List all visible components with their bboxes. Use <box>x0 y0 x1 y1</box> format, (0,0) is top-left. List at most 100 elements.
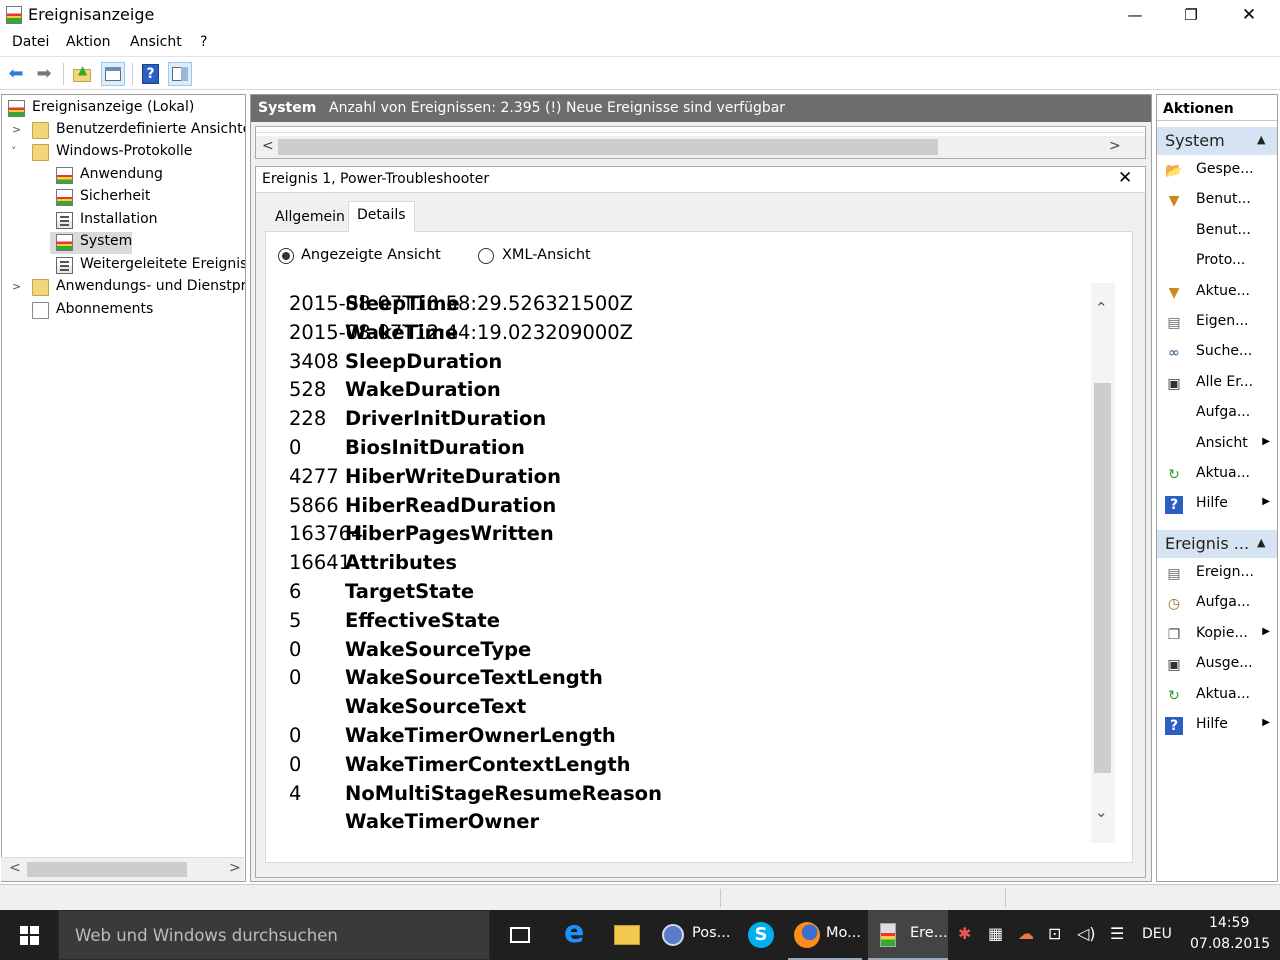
list-horizontal-scrollbar[interactable]: < > <box>256 136 1145 158</box>
detail-key: NoMultiStageResumeReason <box>345 781 662 805</box>
action-item[interactable]: ? Hilfe ▶ <box>1157 712 1277 740</box>
detail-value: 4277 <box>289 464 339 488</box>
minimize-button[interactable]: — <box>1112 0 1158 30</box>
scroll-right-icon[interactable]: > <box>1109 138 1121 154</box>
tree-item-system[interactable]: System <box>50 232 132 254</box>
action-item[interactable]: ❐ Kopie... ▶ <box>1157 621 1277 649</box>
detail-value: 16641 <box>289 551 352 575</box>
radio-xml-view[interactable] <box>478 248 494 264</box>
action-item[interactable]: Benut... <box>1157 218 1277 246</box>
taskbar-explorer[interactable] <box>604 910 650 960</box>
up-folder-icon[interactable]: ▲ <box>70 62 94 86</box>
tree-horizontal-scrollbar[interactable]: < > <box>1 857 244 881</box>
submenu-arrow-icon: ▶ <box>1262 625 1270 637</box>
collapse-up-icon[interactable]: ▲ <box>1257 536 1265 549</box>
tray-cloud-icon[interactable]: ☁ <box>1018 924 1034 943</box>
help-icon[interactable]: ? <box>139 62 163 86</box>
close-panel-icon[interactable]: ✕ <box>1118 168 1132 188</box>
volume-icon[interactable]: ◁) <box>1077 924 1096 943</box>
action-item[interactable]: Aufga... <box>1157 400 1277 428</box>
detail-key: DriverInitDuration <box>345 407 547 431</box>
detail-value: 163764 <box>289 522 364 546</box>
start-button[interactable] <box>0 910 48 960</box>
scroll-left-icon[interactable]: < <box>9 860 21 876</box>
taskbar-edge[interactable]: e <box>554 910 600 960</box>
close-button[interactable]: ✕ <box>1226 0 1272 30</box>
log-icon <box>56 257 73 274</box>
scroll-down-icon[interactable]: ⌄ <box>1095 803 1108 821</box>
taskbar-event-viewer[interactable]: Ere... <box>868 910 948 960</box>
actions-section-system[interactable]: System ▲ <box>1157 127 1277 155</box>
detail-key: WakeDuration <box>345 378 501 402</box>
menu-aktion[interactable]: Aktion <box>66 34 111 50</box>
search-box[interactable]: Web und Windows durchsuchen <box>58 910 490 960</box>
action-item[interactable]: ▣ Alle Er... <box>1157 370 1277 398</box>
detail-key: TargetState <box>345 580 475 603</box>
clock-time[interactable]: 14:59 <box>1209 915 1249 931</box>
scroll-thumb[interactable] <box>1094 383 1111 773</box>
action-label: Ansicht <box>1196 434 1248 451</box>
action-item[interactable]: ▼ Aktue... <box>1157 279 1277 307</box>
scroll-up-icon[interactable]: ⌃ <box>1095 299 1108 317</box>
collapse-up-icon[interactable]: ▲ <box>1257 133 1265 146</box>
actions-pane: Aktionen System ▲ Ereignis ... ▲ 📂 Gespe.… <box>1156 94 1278 882</box>
event-list[interactable]: < > <box>255 126 1146 159</box>
tab-details[interactable]: Details <box>348 201 415 232</box>
detail-value: 3408 <box>289 349 339 373</box>
scroll-thumb[interactable] <box>278 139 938 155</box>
taskbar-app-pos[interactable]: Pos... <box>656 910 730 960</box>
action-item[interactable]: ↻ Aktua... <box>1157 461 1277 489</box>
action-item[interactable]: Proto... <box>1157 248 1277 276</box>
language-indicator[interactable]: DEU <box>1142 926 1172 942</box>
scroll-thumb[interactable] <box>27 862 187 877</box>
chevron-down-icon[interactable]: ˅ <box>11 145 17 158</box>
menu-ansicht[interactable]: Ansicht <box>130 34 182 50</box>
console-tree-icon[interactable] <box>101 62 125 86</box>
action-label: Alle Er... <box>1196 373 1254 390</box>
menu-help[interactable]: ? <box>200 34 207 50</box>
chevron-right-icon[interactable]: > <box>12 123 21 136</box>
log-icon <box>56 189 73 206</box>
action-item[interactable]: 📂 Gespe... <box>1157 157 1277 185</box>
open-folder-icon: 📂 <box>1165 163 1183 179</box>
maximize-button[interactable]: ❐ <box>1168 0 1214 30</box>
details-vertical-scrollbar[interactable]: ⌃ ⌄ <box>1091 283 1115 843</box>
action-item[interactable]: ◷ Aufga... <box>1157 590 1277 618</box>
tray-grid-icon[interactable]: ▦ <box>988 924 1003 943</box>
back-arrow-icon[interactable]: ⬅ <box>4 62 28 86</box>
detail-key: WakeTimerOwnerLength <box>345 724 616 747</box>
detail-value: 5866 <box>289 493 339 517</box>
action-pane-icon[interactable] <box>168 62 192 86</box>
clock-date[interactable]: 07.08.2015 <box>1190 936 1270 952</box>
tab-allgemein[interactable]: Allgemein <box>267 204 353 232</box>
forward-arrow-icon[interactable]: ➡ <box>32 62 56 86</box>
radio-displayed-view[interactable] <box>278 248 294 264</box>
actions-section-event[interactable]: Ereignis ... ▲ <box>1157 530 1277 558</box>
notifications-icon[interactable]: ☰ <box>1110 924 1124 943</box>
action-item[interactable]: ▤ Ereign... <box>1157 560 1277 588</box>
network-icon[interactable]: ⊡ <box>1048 924 1061 943</box>
action-item[interactable]: ▣ Ausge... <box>1157 651 1277 679</box>
action-label: Benut... <box>1196 221 1251 238</box>
chevron-right-icon[interactable]: > <box>12 280 21 293</box>
action-item[interactable]: ∞ Suche... <box>1157 339 1277 367</box>
detail-value: 528 <box>289 378 327 402</box>
windows-logo-part <box>20 936 28 945</box>
tree-label: Ereignisanzeige (Lokal) <box>32 99 195 115</box>
taskbar-firefox[interactable]: Mo... <box>788 910 862 960</box>
action-item[interactable]: ? Hilfe ▶ <box>1157 491 1277 519</box>
taskbar-skype[interactable]: S <box>740 910 786 960</box>
event-title: Ereignis 1, Power-Troubleshooter <box>262 171 490 187</box>
menu-datei[interactable]: Datei <box>12 34 49 50</box>
task-view-button[interactable] <box>498 910 542 960</box>
scroll-right-icon[interactable]: > <box>229 860 241 876</box>
action-item[interactable]: ▤ Eigen... <box>1157 309 1277 337</box>
action-item[interactable]: ↻ Aktua... <box>1157 682 1277 710</box>
action-item[interactable]: ▼ Benut... <box>1157 187 1277 215</box>
scroll-left-icon[interactable]: < <box>262 138 274 154</box>
event-viewer-icon <box>880 923 896 947</box>
action-item[interactable]: Ansicht ▶ <box>1157 431 1277 459</box>
windows-logo-part <box>30 926 39 934</box>
tray-app-icon[interactable]: ✱ <box>958 924 971 943</box>
title-bar: Ereignisanzeige — ❐ ✕ <box>0 0 1280 30</box>
